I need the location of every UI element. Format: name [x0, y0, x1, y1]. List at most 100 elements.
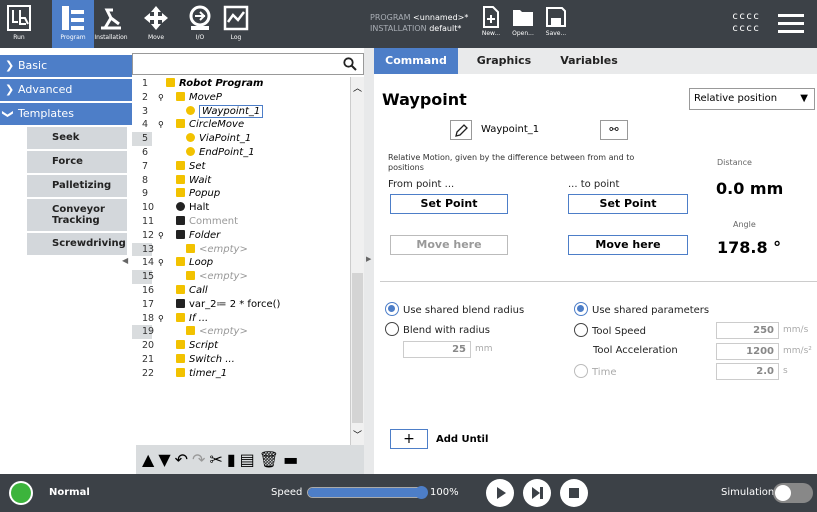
tree-node-row[interactable]: 19 <empty> [132, 325, 350, 340]
tree-node-row[interactable]: 21 Switch ... [132, 353, 350, 367]
tree-node-row[interactable]: 1 Robot Program [132, 77, 350, 91]
expand-pin-icon[interactable]: ⚲ [158, 229, 164, 243]
from-set-point-button[interactable]: Set Point [390, 194, 508, 214]
expand-pin-icon[interactable]: ⚲ [158, 256, 164, 270]
tool-speed-field[interactable]: 250 [716, 322, 779, 339]
shared-parameters-option[interactable]: Use shared parameters [574, 302, 709, 316]
radio-disabled[interactable] [574, 364, 588, 378]
robot-status-indicator[interactable] [9, 481, 33, 505]
tree-node-row[interactable]: 7 Set [132, 160, 350, 174]
link-button[interactable]: ⚯ [600, 120, 628, 140]
radio-unselected[interactable] [385, 322, 399, 336]
category-advanced[interactable]: ❯ Advanced [0, 79, 132, 101]
tree-node-row[interactable]: 12 ⚲ Folder [132, 229, 350, 243]
template-palletizing[interactable]: Palletizing [27, 175, 127, 197]
time-option[interactable]: Time [574, 364, 616, 378]
scroll-thumb[interactable] [352, 273, 363, 423]
shared-blend-option[interactable]: Use shared blend radius [385, 302, 524, 316]
hamburger-menu-icon[interactable] [778, 14, 804, 34]
tree-node-row[interactable]: 3 Waypoint_1 [132, 104, 350, 119]
tree-node-row[interactable]: 14 ⚲ Loop [132, 256, 350, 270]
tree-node-row[interactable]: 22 timer_1 [132, 367, 350, 381]
cut-icon[interactable]: ✂ [209, 450, 226, 469]
redo-icon[interactable]: ↷ [192, 450, 209, 469]
blend-radius-option[interactable]: Blend with radius [385, 322, 490, 336]
expand-pin-icon[interactable]: ⚲ [158, 118, 164, 132]
panel-splitter[interactable]: ▶ [364, 48, 374, 474]
tab-variables[interactable]: Variables [554, 48, 624, 74]
undo-icon[interactable]: ↶ [175, 450, 192, 469]
template-seek[interactable]: Seek [27, 127, 127, 149]
expand-arrow-icon[interactable]: ▶ [366, 255, 371, 263]
expand-pin-icon[interactable]: ⚲ [158, 91, 164, 105]
collapse-arrow-icon[interactable]: ◀ [122, 256, 128, 265]
play-button[interactable] [486, 479, 514, 507]
nav-run[interactable]: Run [2, 4, 36, 46]
to-set-point-button[interactable]: Set Point [568, 194, 688, 214]
tree-node-row[interactable]: 9 Popup [132, 187, 350, 201]
tab-command[interactable]: Command [374, 48, 458, 74]
search-icon[interactable] [343, 57, 357, 71]
add-until-button[interactable]: + [390, 429, 428, 449]
category-basic[interactable]: ❯ Basic [0, 55, 132, 77]
save-button[interactable]: Save... [539, 6, 573, 37]
delete-icon[interactable]: 🗑 [259, 450, 283, 469]
time-field[interactable]: 2.0 [716, 363, 779, 380]
from-move-here-button[interactable]: Move here [390, 235, 508, 255]
tree-node-row[interactable]: 11 Comment [132, 215, 350, 229]
nav-move[interactable]: Move [139, 4, 173, 46]
tree-scrollbar[interactable]: ︿ ﹀ [350, 77, 364, 445]
tab-graphics[interactable]: Graphics [468, 48, 540, 74]
tree-node-row[interactable]: 6 EndPoint_1 [132, 146, 350, 160]
template-conveyor-tracking[interactable]: Conveyor Tracking [27, 199, 127, 231]
tree-node-row[interactable]: 10 Halt [132, 201, 350, 215]
line-number: 1 [142, 78, 149, 89]
tree-node-row[interactable]: 8 Wait [132, 174, 350, 188]
expand-pin-icon[interactable]: ⚲ [158, 312, 164, 326]
move-up-icon[interactable]: ▲ [142, 450, 158, 469]
stop-button[interactable] [560, 479, 588, 507]
speed-slider[interactable] [307, 487, 425, 498]
new-button[interactable]: New... [474, 6, 508, 37]
speed-slider-knob[interactable] [415, 486, 428, 499]
tool-acceleration-field[interactable]: 1200 [716, 343, 779, 360]
move-down-icon[interactable]: ▼ [158, 450, 174, 469]
tree-node-row[interactable]: 16 Call [132, 284, 350, 298]
open-button[interactable]: Open... [506, 6, 540, 37]
tree-node-row[interactable]: 13 <empty> [132, 242, 350, 257]
step-button[interactable] [523, 479, 551, 507]
copy-icon[interactable]: ▮ [227, 450, 240, 469]
line-number: 3 [142, 105, 149, 117]
nav-installation[interactable]: Installation [94, 4, 128, 46]
tree-node-row[interactable]: 2 ⚲ MoveP [132, 91, 350, 105]
to-move-here-button[interactable]: Move here [568, 235, 688, 255]
tree-node-row[interactable]: 5 ViaPoint_1 [132, 132, 350, 146]
line-number: 22 [142, 367, 155, 379]
tree-search-input[interactable] [132, 53, 364, 75]
nav-log[interactable]: Log [219, 4, 253, 46]
blend-radius-field[interactable]: 25 [403, 341, 471, 358]
nav-program[interactable]: Program [56, 4, 90, 46]
template-force[interactable]: Force [27, 151, 127, 173]
radio-selected[interactable] [385, 302, 399, 316]
scroll-down-icon[interactable]: ﹀ [353, 428, 362, 441]
suppress-icon[interactable]: ▬ [283, 450, 302, 469]
waypoint-mode-select[interactable]: Relative position ▼ [689, 88, 815, 110]
tree-node-row[interactable]: 20 Script [132, 339, 350, 353]
tree-node-row[interactable]: 15 <empty> [132, 270, 350, 284]
nav-io[interactable]: I/O [183, 4, 217, 46]
tree-node-row[interactable]: 17 var_2≔ 2 * force() [132, 298, 350, 312]
tree-node-label: ViaPoint_1 [199, 133, 252, 145]
rename-button[interactable] [450, 120, 472, 140]
simulation-toggle[interactable] [773, 483, 813, 503]
scroll-up-icon[interactable]: ︿ [353, 81, 362, 94]
line-number: 5 [132, 132, 152, 146]
template-screwdriving[interactable]: Screwdriving [27, 233, 127, 255]
tree-node-row[interactable]: 18 ⚲ If ... [132, 312, 350, 326]
tree-node-row[interactable]: 4 ⚲ CircleMove [132, 118, 350, 132]
tool-speed-option[interactable]: Tool Speed [574, 323, 646, 337]
radio-unselected[interactable] [574, 323, 588, 337]
radio-selected[interactable] [574, 302, 588, 316]
category-templates[interactable]: ❯ Templates [0, 103, 132, 125]
paste-icon[interactable]: ▤ [240, 450, 259, 469]
